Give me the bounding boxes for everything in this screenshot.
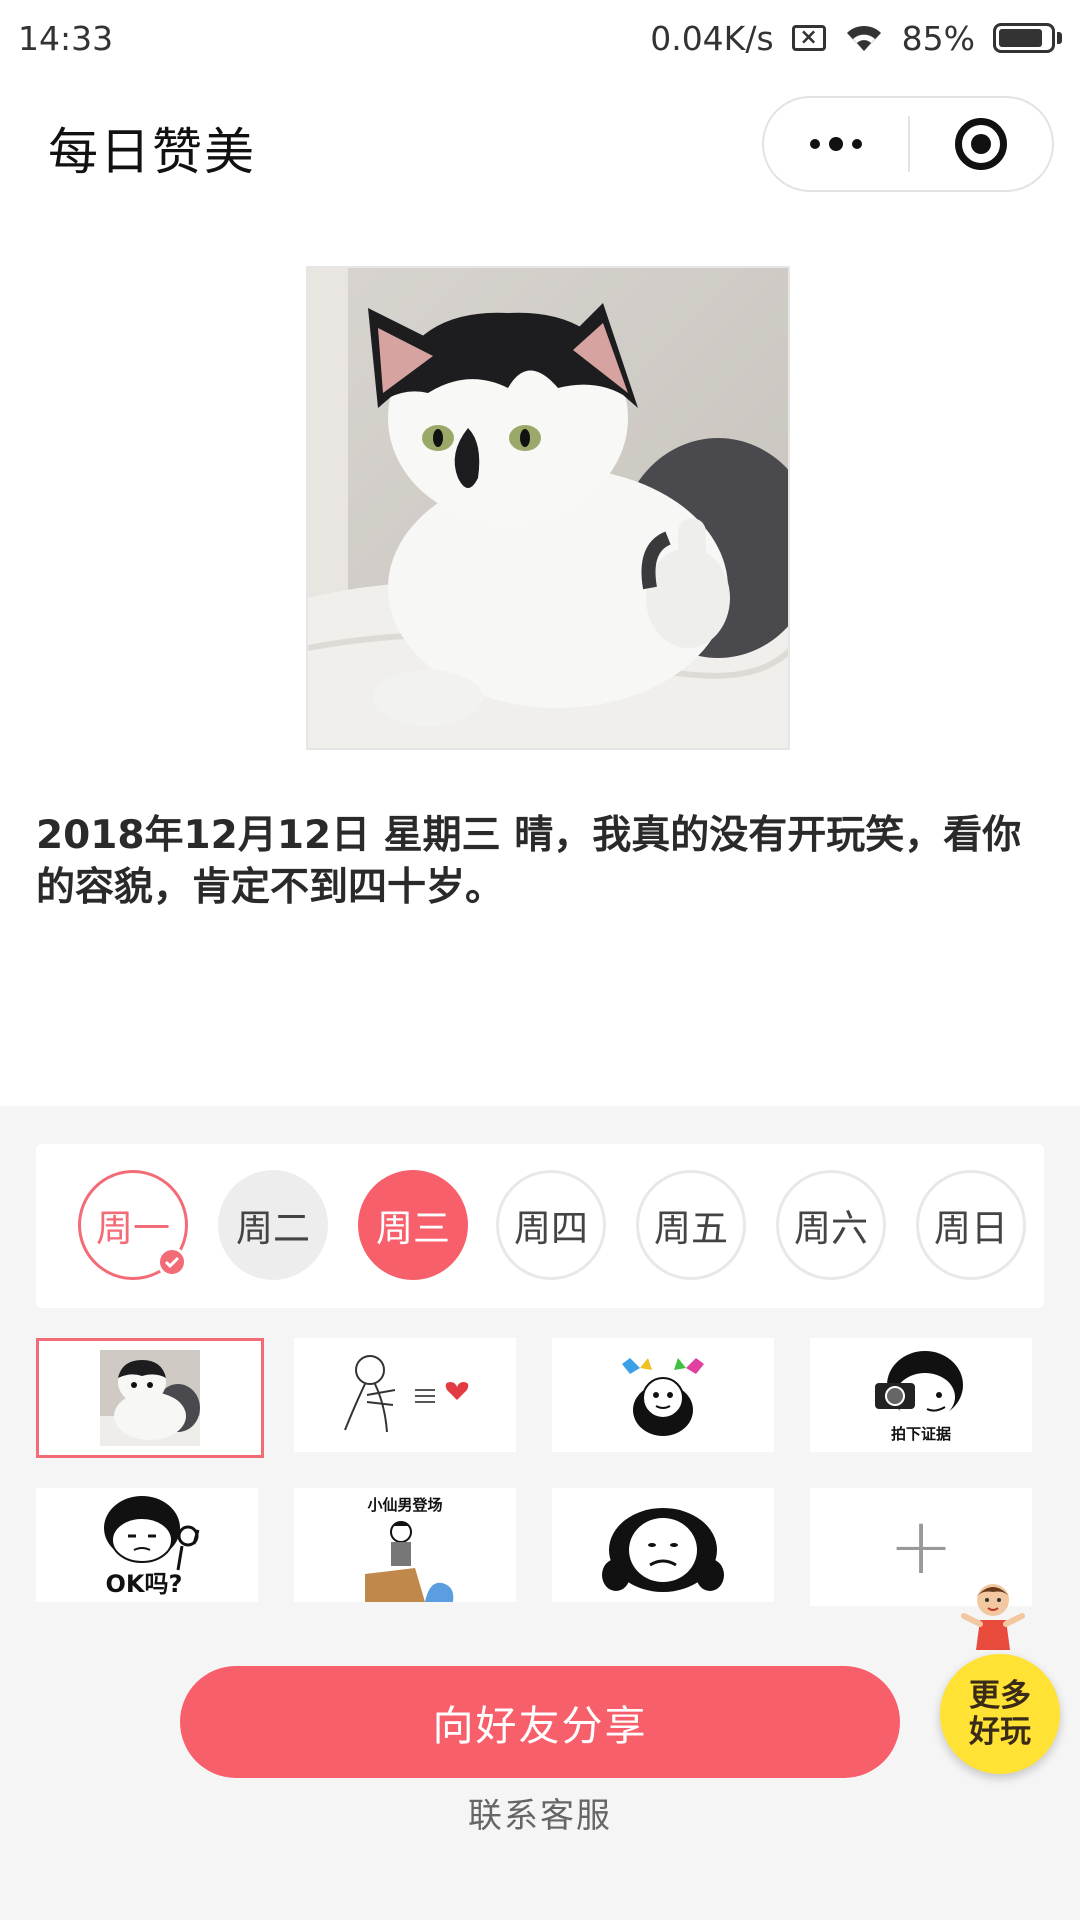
xiaoxian-meme-caption: 小仙男登场 (367, 1496, 442, 1514)
miniprogram-capsule (762, 96, 1054, 192)
more-fun-button[interactable]: 更多 好玩 (940, 1654, 1060, 1774)
bottom-panel: 周一 周二 周三 周四 周五 周六 周日 拍下证据 OK吗? 小仙男登场 + 向… (0, 1106, 1080, 1920)
sim-disabled-icon: × (791, 25, 826, 51)
more-dots-icon[interactable] (764, 98, 908, 190)
sticker-panda-pinwheels[interactable] (552, 1338, 774, 1452)
status-time: 14:33 (18, 18, 114, 58)
share-button[interactable]: 向好友分享 (180, 1666, 900, 1778)
sticker-panda-face[interactable] (552, 1488, 774, 1602)
sticker-camera-meme[interactable]: 拍下证据 (810, 1338, 1032, 1452)
wifi-icon (846, 25, 881, 51)
page-title: 每日赞美 (48, 123, 256, 181)
status-indicators: 0.04K/s × 85% (650, 19, 1062, 58)
app-screen: 14:33 0.04K/s × 85% 每日赞美 2018年12月12日 星期三… (0, 0, 1080, 1920)
sticker-xiaoxian-meme[interactable]: 小仙男登场 (294, 1488, 516, 1602)
network-speed: 0.04K/s (650, 18, 774, 58)
plus-icon: + (888, 1502, 954, 1592)
sticker-cat-thumbs-up[interactable] (36, 1338, 264, 1458)
contact-service-link[interactable]: 联系客服 (0, 1788, 1080, 1837)
battery-percent: 85% (901, 18, 975, 58)
check-icon (157, 1247, 187, 1277)
panda-face-image (602, 1508, 724, 1592)
day-wednesday[interactable]: 周三 (358, 1170, 468, 1280)
main-compliment-image (306, 266, 790, 750)
camera-meme-caption: 拍下证据 (891, 1425, 951, 1443)
day-label: 周一 (96, 1207, 170, 1250)
day-label: 周四 (514, 1207, 588, 1250)
nav-bar: 每日赞美 (0, 76, 1080, 216)
panda-pinwheels-image (622, 1358, 704, 1436)
weekday-selector: 周一 周二 周三 周四 周五 周六 周日 (36, 1144, 1044, 1308)
battery-icon (993, 23, 1062, 53)
day-label: 周二 (236, 1207, 310, 1250)
ok-meme-caption: OK吗? (106, 1570, 183, 1598)
target-close-icon[interactable] (910, 98, 1052, 190)
cat-thumbnail-image (100, 1350, 200, 1446)
status-bar: 14:33 0.04K/s × 85% (0, 0, 1080, 76)
ok-meme-image: OK吗? (104, 1496, 200, 1598)
day-sunday[interactable]: 周日 (916, 1170, 1026, 1280)
compliment-text: 2018年12月12日 星期三 晴，我真的没有开玩笑，看你的容貌，肯定不到四十岁… (36, 813, 1022, 910)
more-fun-line2: 好玩 (969, 1714, 1031, 1750)
day-label: 周六 (794, 1207, 868, 1250)
camera-meme-image: 拍下证据 (875, 1351, 963, 1443)
day-saturday[interactable]: 周六 (776, 1170, 886, 1280)
day-monday[interactable]: 周一 (78, 1170, 188, 1280)
battery-level (999, 29, 1042, 47)
sticker-stick-figure-heart[interactable] (294, 1338, 516, 1452)
day-tuesday[interactable]: 周二 (218, 1170, 328, 1280)
more-fun-line1: 更多 (969, 1678, 1031, 1714)
xiaoxian-meme-image: 小仙男登场 (365, 1496, 454, 1602)
sticker-ok-meme[interactable]: OK吗? (36, 1488, 258, 1602)
day-friday[interactable]: 周五 (636, 1170, 746, 1280)
stick-figure-heart-image (344, 1355, 469, 1433)
day-thursday[interactable]: 周四 (496, 1170, 606, 1280)
day-label: 周五 (654, 1207, 728, 1250)
day-label: 周三 (376, 1207, 450, 1250)
day-label: 周日 (934, 1207, 1008, 1250)
